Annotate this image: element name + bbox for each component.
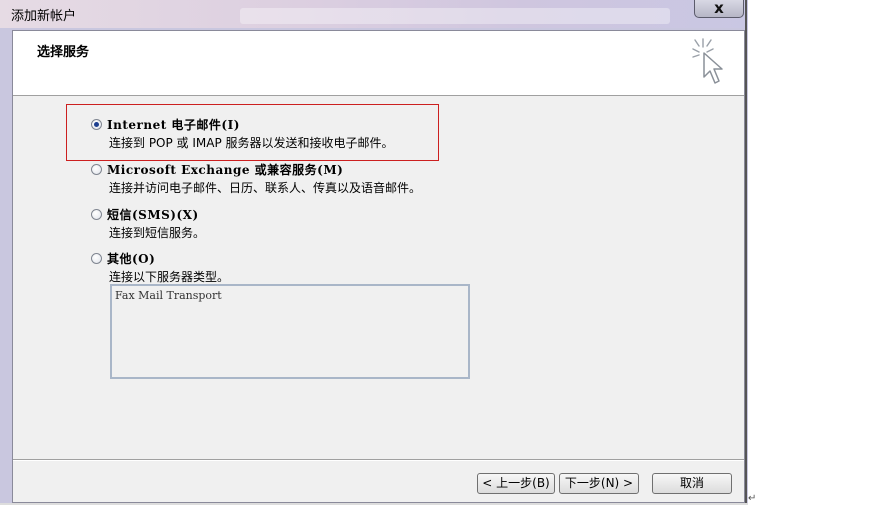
radio-other[interactable] xyxy=(91,253,102,264)
option-exchange[interactable]: Microsoft Exchange 或兼容服务(M) 连接并访问电子邮件、日历… xyxy=(91,160,691,200)
option-label[interactable]: Internet 电子邮件(I) xyxy=(107,116,240,133)
option-description: 连接以下服务器类型。 xyxy=(109,270,230,284)
option-label[interactable]: 短信(SMS)(X) xyxy=(107,206,199,223)
window-right-edge xyxy=(745,0,747,504)
radio-exchange[interactable] xyxy=(91,164,102,175)
option-sms[interactable]: 短信(SMS)(X) 连接到短信服务。 xyxy=(91,205,691,245)
list-item[interactable]: Fax Mail Transport xyxy=(115,289,222,302)
footer-divider xyxy=(13,459,744,461)
option-label[interactable]: Microsoft Exchange 或兼容服务(M) xyxy=(107,161,343,178)
option-description: 连接到 POP 或 IMAP 服务器以发送和接收电子邮件。 xyxy=(109,136,394,150)
radio-internet-email[interactable] xyxy=(91,119,102,130)
option-description: 连接到短信服务。 xyxy=(109,226,206,240)
title-bar: 添加新帐户 x xyxy=(0,0,748,28)
dialog-body: 选择服务 Internet 电子邮件(I) 连接到 POP 或 IMAP 服务器… xyxy=(12,30,745,503)
title-bar-glass xyxy=(240,8,670,24)
cancel-button[interactable]: 取消 xyxy=(652,473,732,494)
window-title: 添加新帐户 xyxy=(11,9,77,24)
close-button[interactable]: x xyxy=(694,0,744,18)
next-button[interactable]: 下一步(N) > xyxy=(559,473,639,494)
window-bottom-edge xyxy=(0,503,748,505)
option-internet-email[interactable]: Internet 电子邮件(I) 连接到 POP 或 IMAP 服务器以发送和接… xyxy=(91,115,691,155)
option-label[interactable]: 其他(O) xyxy=(107,250,155,267)
return-mark: ↵ xyxy=(748,493,757,504)
page-title: 选择服务 xyxy=(37,45,90,60)
back-button[interactable]: < 上一步(B) xyxy=(477,473,555,494)
option-description: 连接并访问电子邮件、日历、联系人、传真以及语音邮件。 xyxy=(109,181,422,195)
close-icon: x xyxy=(714,0,724,17)
dialog-header: 选择服务 xyxy=(13,31,744,96)
server-type-list[interactable]: Fax Mail Transport xyxy=(110,284,470,379)
option-other[interactable]: 其他(O) 连接以下服务器类型。 xyxy=(91,249,691,289)
cursor-sparkle-icon xyxy=(692,38,723,84)
radio-sms[interactable] xyxy=(91,209,102,220)
